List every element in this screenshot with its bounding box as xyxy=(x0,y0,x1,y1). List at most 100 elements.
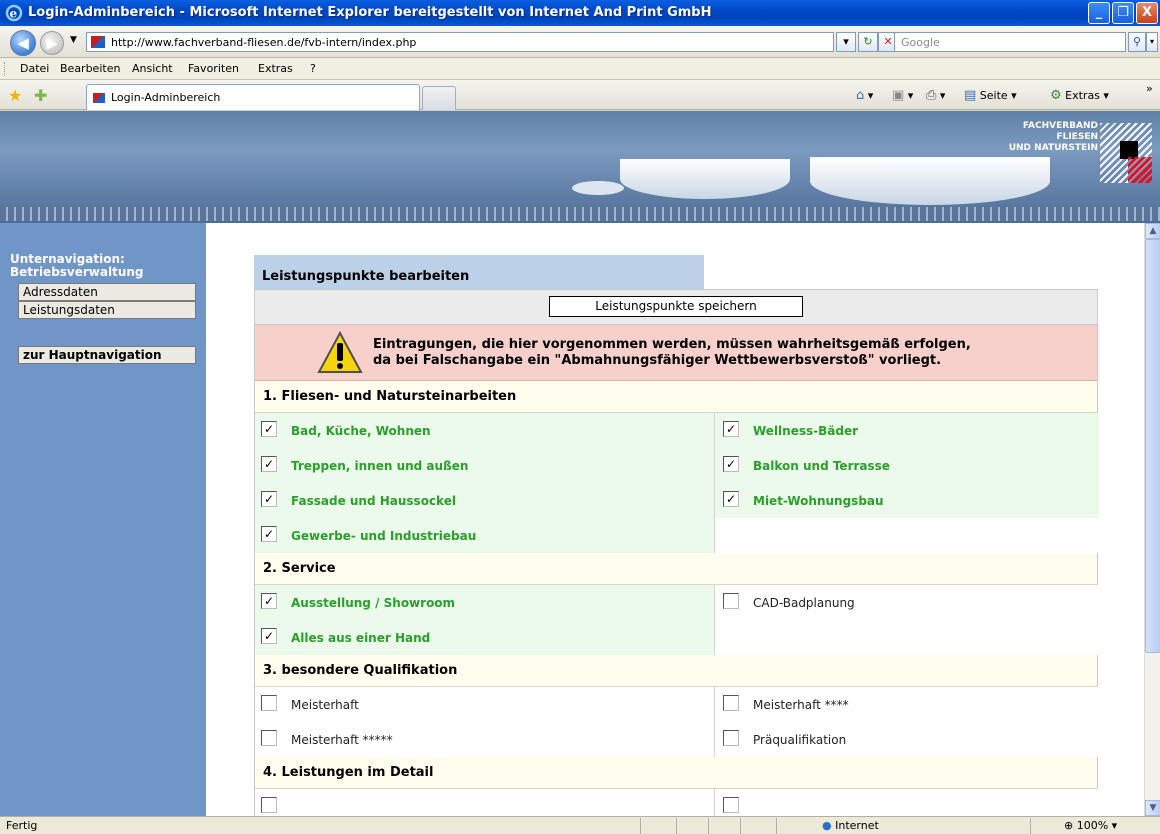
history-dropdown-icon[interactable]: ▼ xyxy=(70,35,77,45)
menu-datei[interactable]: Datei xyxy=(20,62,49,75)
tab-login-adminbereich[interactable]: Login-Adminbereich xyxy=(86,84,420,110)
option-ausstellung-showroom[interactable]: ✓ Ausstellung / Showroom xyxy=(255,585,715,620)
option-präqualifikation[interactable]: Präqualifikation xyxy=(715,722,1099,757)
checkbox-unchecked[interactable] xyxy=(723,730,739,746)
checkbox-unchecked[interactable] xyxy=(261,797,277,813)
search-input[interactable]: Google xyxy=(894,32,1126,52)
option-fassade-und-haussockel[interactable]: ✓ Fassade und Haussockel xyxy=(255,483,715,518)
zoom-level[interactable]: ⊕ 100% ▾ xyxy=(1064,819,1117,832)
window-title: Login-Adminbereich - Microsoft Internet … xyxy=(28,5,712,20)
save-button[interactable]: Leistungspunkte speichern xyxy=(549,296,803,317)
page-menu-button[interactable]: ▤ Seite ▾ xyxy=(964,88,1017,103)
menu-bearbeiten[interactable]: Bearbeiten xyxy=(60,62,120,75)
brand-line-3: UND NATURSTEIN xyxy=(1008,143,1098,153)
option-alles-aus-einer-hand[interactable]: ✓ Alles aus einer Hand xyxy=(255,620,715,655)
checkbox-row: Meisterhaft ***** Präqualifikation xyxy=(255,722,1099,757)
back-arrow-icon[interactable]: ◀ xyxy=(10,30,36,56)
favorites-star-icon[interactable]: ★ xyxy=(8,86,22,105)
option-label: Fassade und Haussockel xyxy=(291,494,456,508)
scroll-up-icon[interactable]: ▲ xyxy=(1145,223,1160,239)
checkbox-unchecked[interactable] xyxy=(261,730,277,746)
address-dropdown-icon[interactable]: ▾ xyxy=(836,32,856,52)
checkbox-checked[interactable]: ✓ xyxy=(723,456,739,472)
scroll-thumb[interactable] xyxy=(1145,239,1160,653)
restore-button[interactable]: ❐ xyxy=(1112,2,1134,24)
option-bad-küche-wohnen[interactable]: ✓ Bad, Küche, Wohnen xyxy=(255,413,715,448)
save-bar: Leistungspunkte speichern xyxy=(255,290,1097,325)
option-meisterhaft[interactable]: Meisterhaft **** xyxy=(715,687,1099,722)
site-favicon-icon xyxy=(91,36,105,48)
checkbox-checked[interactable]: ✓ xyxy=(261,628,277,644)
option-miet-wohnungsbau[interactable]: ✓ Miet-Wohnungsbau xyxy=(715,483,1099,518)
checkbox-checked[interactable]: ✓ xyxy=(261,456,277,472)
option-label: Miet-Wohnungsbau xyxy=(753,494,884,508)
checkbox-unchecked[interactable] xyxy=(723,593,739,609)
extras-menu-label: Extras ▾ xyxy=(1065,89,1109,102)
forward-arrow-icon[interactable]: ▶ xyxy=(40,31,64,55)
home-icon[interactable]: ⌂ ▾ xyxy=(856,88,873,103)
checkbox-row: Meisterhaft Meisterhaft **** xyxy=(255,687,1099,722)
sidebar-item-leistungsdaten[interactable]: Leistungsdaten xyxy=(18,301,196,319)
sidebar-item-adressdaten[interactable]: Adressdaten xyxy=(18,283,196,301)
checkbox-row: ✓ Alles aus einer Hand xyxy=(255,620,1099,655)
option-empty[interactable] xyxy=(255,789,715,816)
minimize-button[interactable]: _ xyxy=(1088,2,1110,24)
feeds-icon[interactable]: ▣ ▾ xyxy=(892,88,913,103)
toolbar-grip-icon xyxy=(4,62,7,76)
sidebar: Unternavigation: Betriebsverwaltung Adre… xyxy=(0,223,206,816)
print-icon[interactable]: ⎙ ▾ xyxy=(926,88,945,103)
scroll-down-icon[interactable]: ▼ xyxy=(1145,800,1160,816)
status-bar: Fertig ● Internet ⊕ 100% ▾ xyxy=(0,816,1160,834)
brand-text: FACHVERBAND FLIESEN UND NATURSTEIN xyxy=(1009,121,1098,154)
menu-ansicht[interactable]: Ansicht xyxy=(132,62,173,75)
main-navigation-button[interactable]: zur Hauptnavigation xyxy=(18,346,196,364)
checkbox-checked[interactable]: ✓ xyxy=(261,421,277,437)
menu-help[interactable]: ? xyxy=(310,62,316,75)
refresh-icon[interactable]: ↻ xyxy=(858,32,878,52)
extras-menu-button[interactable]: ⚙ Extras ▾ xyxy=(1050,88,1109,103)
vertical-scrollbar[interactable]: ▲ ▼ xyxy=(1144,223,1160,816)
option-empty[interactable] xyxy=(715,789,1099,816)
checkbox-checked[interactable]: ✓ xyxy=(261,526,277,542)
add-favorite-icon[interactable]: ✚ xyxy=(34,86,47,105)
section-title: 4. Leistungen im Detail xyxy=(263,765,434,780)
checkbox-row: ✓ Gewerbe- und Industriebau xyxy=(255,518,1099,553)
checkbox-unchecked[interactable] xyxy=(723,797,739,813)
globe-icon: ● xyxy=(822,819,832,832)
checkbox-checked[interactable]: ✓ xyxy=(261,593,277,609)
menu-favoriten[interactable]: Favoriten xyxy=(188,62,239,75)
search-options-icon[interactable]: ▾ xyxy=(1146,32,1158,52)
status-text: Fertig xyxy=(6,819,38,832)
option-label: Alles aus einer Hand xyxy=(291,631,431,645)
warning-text: Eintragungen, die hier vorgenommen werde… xyxy=(373,337,971,369)
checkbox-checked[interactable]: ✓ xyxy=(261,491,277,507)
checkbox-row xyxy=(255,789,1099,816)
option-balkon-und-terrasse[interactable]: ✓ Balkon und Terrasse xyxy=(715,448,1099,483)
site-banner: FACHVERBAND FLIESEN UND NATURSTEIN xyxy=(0,111,1160,223)
zoom-icon: ⊕ xyxy=(1064,819,1074,832)
tab-label: Login-Adminbereich xyxy=(111,91,221,104)
search-icon[interactable]: ⚲ xyxy=(1128,32,1146,52)
security-zone-label: Internet xyxy=(835,819,879,832)
banner-sink-image-2 xyxy=(810,157,1050,205)
option-wellness-bäder[interactable]: ✓ Wellness-Bäder xyxy=(715,413,1099,448)
checkbox-unchecked[interactable] xyxy=(261,695,277,711)
menu-extras[interactable]: Extras xyxy=(258,62,293,75)
close-button[interactable]: X xyxy=(1136,2,1158,24)
option-meisterhaft[interactable]: Meisterhaft ***** xyxy=(255,722,715,757)
option-treppen-innen-und-außen[interactable]: ✓ Treppen, innen und außen xyxy=(255,448,715,483)
checkbox-unchecked[interactable] xyxy=(723,695,739,711)
option-gewerbe-und-industriebau[interactable]: ✓ Gewerbe- und Industriebau xyxy=(255,518,715,553)
new-tab-button[interactable] xyxy=(422,86,456,110)
warning-icon xyxy=(317,331,363,373)
option-cad-badplanung[interactable]: CAD-Badplanung xyxy=(715,585,1099,620)
toolbar-overflow-icon[interactable]: » xyxy=(1146,82,1153,95)
address-input[interactable]: http://www.fachverband-fliesen.de/fvb-in… xyxy=(86,32,834,52)
service-sections: 1. Fliesen- und Natursteinarbeiten ✓ Bad, … xyxy=(255,381,1099,816)
checkbox-checked[interactable]: ✓ xyxy=(723,491,739,507)
option-meisterhaft[interactable]: Meisterhaft xyxy=(255,687,715,722)
sidebar-title-line2: Betriebsverwaltung xyxy=(10,265,144,279)
window-title-bar[interactable]: e Login-Adminbereich - Microsoft Interne… xyxy=(0,0,1160,26)
zoom-value: 100% xyxy=(1076,819,1109,832)
checkbox-checked[interactable]: ✓ xyxy=(723,421,739,437)
